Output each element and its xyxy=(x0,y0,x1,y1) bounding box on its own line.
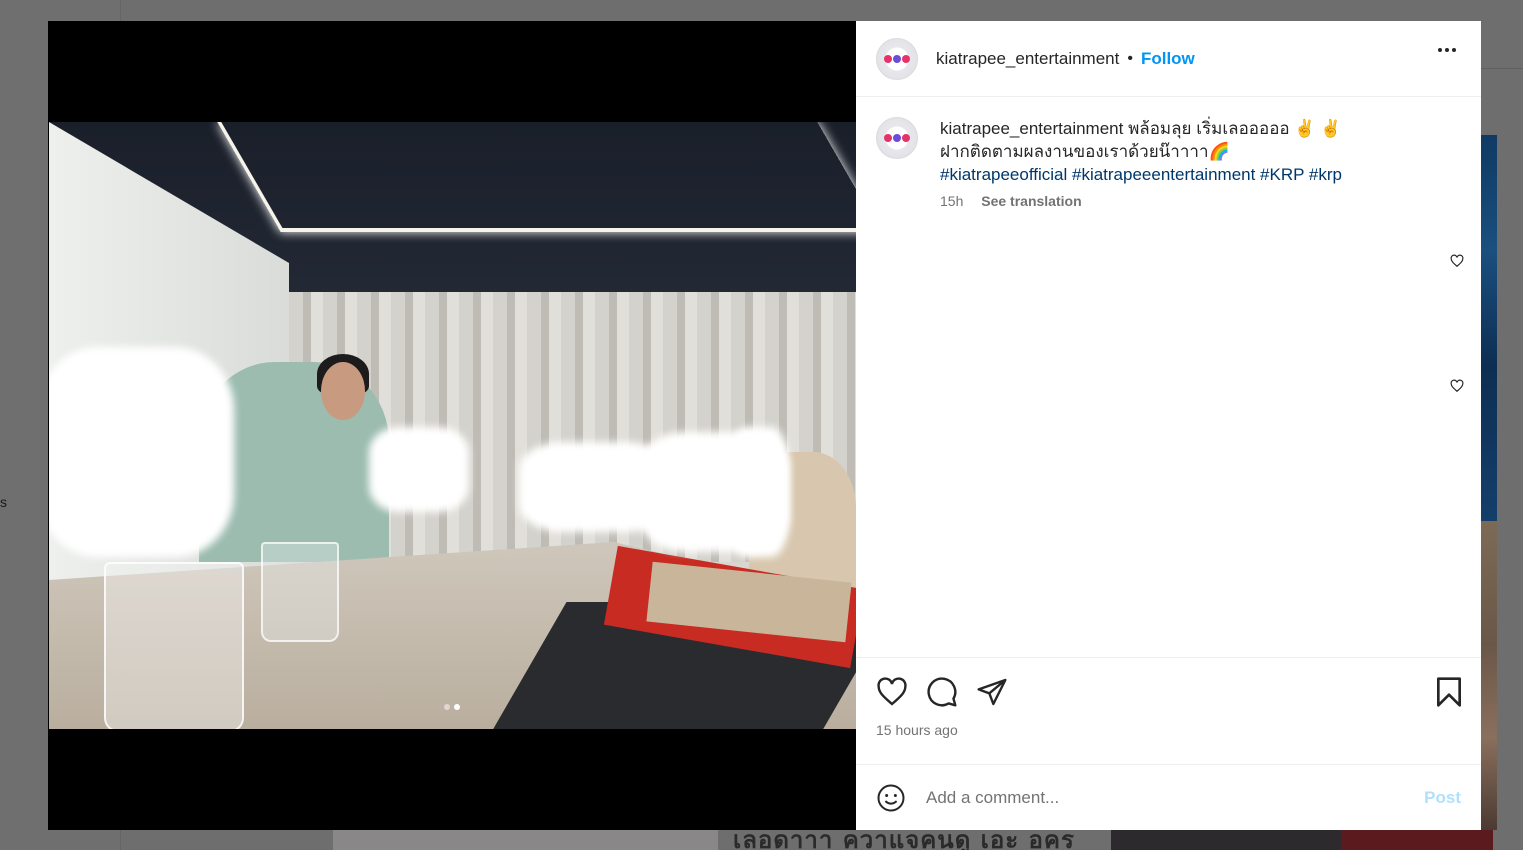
heart-icon[interactable] xyxy=(876,676,908,708)
heart-icon[interactable] xyxy=(1450,379,1464,393)
avatar[interactable] xyxy=(876,37,918,80)
carousel-dot xyxy=(444,704,450,710)
background-thumbnail xyxy=(1481,135,1497,521)
post-actions: 15 hours ago xyxy=(856,657,1481,765)
see-translation-link[interactable]: See translation xyxy=(981,193,1081,209)
post-header: kiatrapee_entertainment • Follow xyxy=(856,21,1481,97)
caption-meta: 15h See translation xyxy=(940,190,1342,213)
brand-logo-icon xyxy=(884,54,910,63)
caption-hashtags[interactable]: #kiatrapeeofficial #kiatrapeeentertainme… xyxy=(940,163,1342,186)
caption-text: ฝากติดตามผลงานของเราด้วยน๊าาาา🌈 xyxy=(940,142,1230,161)
avatar[interactable] xyxy=(876,117,918,159)
post-comment-button[interactable]: Post xyxy=(1424,788,1461,808)
caption-age: 15h xyxy=(940,193,964,209)
post-modal: kiatrapee_entertainment • Follow kiatrap… xyxy=(48,21,1481,830)
share-icon[interactable] xyxy=(976,676,1008,708)
caption-text: พล้อมลุย เริ่มเลอออออ ✌️ ✌️ xyxy=(1123,119,1342,138)
brand-logo-icon xyxy=(884,134,910,142)
action-row xyxy=(876,676,1461,708)
caption-body: kiatrapee_entertainment พล้อมลุย เริ่มเล… xyxy=(940,117,1342,213)
carousel-dot-active xyxy=(454,704,460,710)
background-thumbnail xyxy=(1481,521,1497,830)
background-divider xyxy=(1481,68,1523,69)
separator-dot: • xyxy=(1127,49,1133,67)
post-media[interactable] xyxy=(48,21,856,830)
username-link[interactable]: kiatrapee_entertainment xyxy=(936,49,1119,69)
post-photo[interactable] xyxy=(49,122,856,729)
comment-bar: Post xyxy=(856,764,1481,830)
comment-icon[interactable] xyxy=(926,676,958,708)
background-text-fragment: s xyxy=(0,494,7,510)
heart-icon[interactable] xyxy=(1450,254,1464,268)
emoji-icon[interactable] xyxy=(876,783,906,813)
more-options-icon[interactable] xyxy=(1437,47,1457,53)
comment-input[interactable] xyxy=(926,787,1425,808)
post-details-panel: kiatrapee_entertainment • Follow kiatrap… xyxy=(856,21,1481,830)
post-caption: kiatrapee_entertainment พล้อมลุย เริ่มเล… xyxy=(876,117,1461,213)
bookmark-icon[interactable] xyxy=(1435,676,1463,708)
caption-username[interactable]: kiatrapee_entertainment xyxy=(940,119,1123,138)
post-timestamp: 15 hours ago xyxy=(876,722,958,738)
carousel-indicator xyxy=(444,704,460,710)
follow-button[interactable]: Follow xyxy=(1141,49,1195,69)
